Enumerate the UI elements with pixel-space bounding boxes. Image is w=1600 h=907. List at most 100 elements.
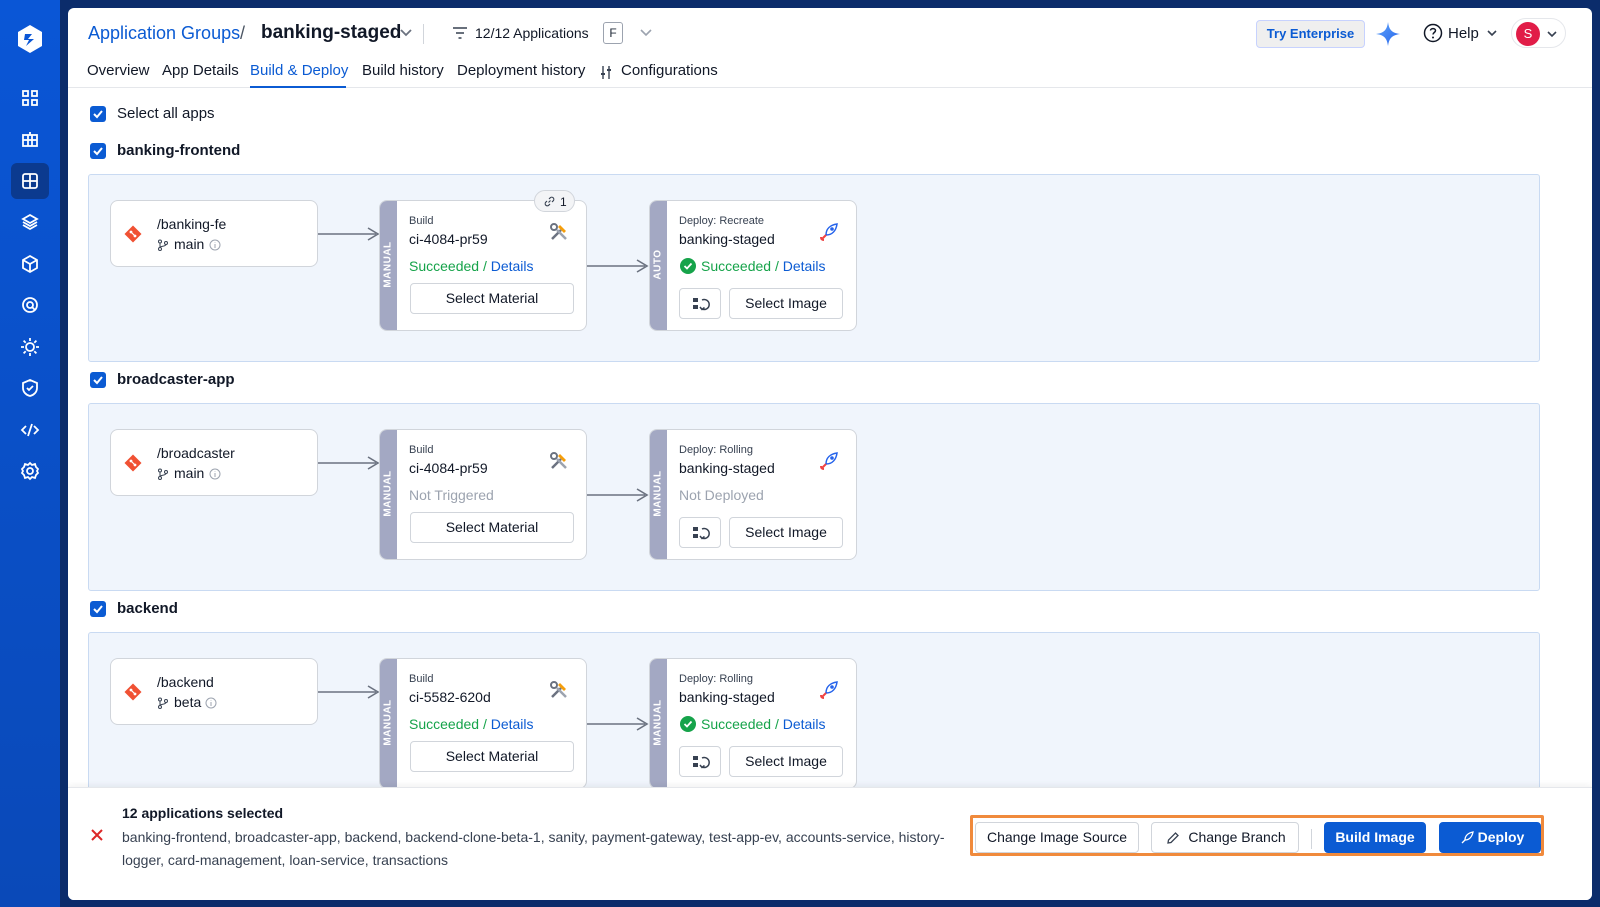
deploy-node[interactable]: MANUAL Deploy: Rolling banking-staged No… xyxy=(649,429,857,560)
deploy-node[interactable]: AUTO Deploy: Recreate banking-staged Suc… xyxy=(649,200,857,331)
sidebar-global-config-icon[interactable] xyxy=(11,329,49,365)
sidebar-code-icon[interactable] xyxy=(11,412,49,448)
select-material-button[interactable]: Select Material xyxy=(410,741,574,772)
rollback-button[interactable] xyxy=(679,517,721,548)
ai-sparkle-icon[interactable] xyxy=(1374,20,1402,48)
app-checkbox-banking-frontend[interactable] xyxy=(90,143,106,159)
stage-type: Deploy: Rolling xyxy=(679,673,753,685)
tab-build-deploy[interactable]: Build & Deploy xyxy=(250,62,348,79)
build-tools-icon xyxy=(550,223,567,240)
change-branch-label: Change Branch xyxy=(1188,829,1286,845)
clear-selection-close-icon[interactable] xyxy=(90,828,104,842)
avatar[interactable]: S xyxy=(1516,22,1540,46)
git-icon xyxy=(124,683,142,701)
git-source-node[interactable]: /broadcaster main xyxy=(110,429,318,496)
rocket-deploy-icon xyxy=(820,681,838,699)
sidebar-app-groups-icon[interactable] xyxy=(11,121,49,157)
deploy-details-link[interactable]: Details xyxy=(783,716,826,732)
info-icon[interactable] xyxy=(205,697,217,709)
sidebar-overview-grid-icon[interactable] xyxy=(11,80,49,116)
build-node[interactable]: MANUAL Build ci-5582-620d Succeeded / De… xyxy=(379,658,587,789)
filter-icon[interactable] xyxy=(452,26,468,40)
change-branch-button[interactable]: Change Branch xyxy=(1151,822,1299,853)
pencil-icon xyxy=(1167,832,1179,844)
selected-apps-list: banking-frontend, broadcaster-app, backe… xyxy=(122,829,945,868)
info-icon[interactable] xyxy=(209,239,221,251)
app-checkbox-broadcaster-app[interactable] xyxy=(90,372,106,388)
status-separator: / xyxy=(771,716,783,732)
tab-build-history[interactable]: Build history xyxy=(362,62,444,79)
change-image-source-button[interactable]: Change Image Source xyxy=(975,822,1139,853)
build-details-link[interactable]: Details xyxy=(491,258,534,274)
group-switcher-chevron-down-icon[interactable] xyxy=(398,27,414,39)
deploy-status-line: Succeeded / Details xyxy=(701,258,826,274)
deploy-details-link[interactable]: Details xyxy=(783,258,826,274)
linked-pipelines-chip[interactable]: 1 xyxy=(534,190,575,212)
filter-chevron-down-icon[interactable] xyxy=(638,27,654,39)
user-menu-chevron-down-icon[interactable] xyxy=(1546,29,1558,39)
devtron-logo-icon[interactable] xyxy=(13,22,47,56)
sidebar-resource-watcher-icon[interactable] xyxy=(11,287,49,323)
build-image-button[interactable]: Build Image xyxy=(1324,822,1426,853)
try-enterprise-button[interactable]: Try Enterprise xyxy=(1256,20,1365,48)
header-divider xyxy=(423,24,424,44)
trigger-type: MANUAL xyxy=(382,699,394,746)
build-deploy-workflows: Select all apps banking-frontend /bankin… xyxy=(68,88,1592,808)
build-node[interactable]: MANUAL Build ci-4084-pr59 Succeeded / De… xyxy=(379,200,587,331)
build-tools-icon xyxy=(550,452,567,469)
workflow-backend: /backend beta MANUAL Build ci-5582-620d … xyxy=(88,632,1540,808)
deploy-node[interactable]: MANUAL Deploy: Rolling banking-staged Su… xyxy=(649,658,857,789)
pipeline-name: ci-4084-pr59 xyxy=(409,231,488,247)
help-icon[interactable] xyxy=(1423,23,1443,43)
rollback-icon xyxy=(693,756,710,769)
git-source-node[interactable]: /backend beta xyxy=(110,658,318,725)
select-image-button[interactable]: Select Image xyxy=(729,517,843,548)
select-all-checkbox[interactable] xyxy=(90,106,106,122)
select-all-label: Select all apps xyxy=(117,105,215,122)
selected-count: 12 applications selected xyxy=(122,805,284,821)
app-checkbox-backend[interactable] xyxy=(90,601,106,617)
trigger-type-strip: MANUAL xyxy=(380,430,397,559)
help-chevron-down-icon[interactable] xyxy=(1486,28,1498,38)
build-details-link[interactable]: Details xyxy=(491,716,534,732)
repo-path: /banking-fe xyxy=(157,216,227,232)
select-image-button[interactable]: Select Image xyxy=(729,288,843,319)
deploy-button[interactable]: Deploy xyxy=(1439,822,1541,853)
flow-arrow xyxy=(587,488,649,502)
applications-filter-label[interactable]: 12/12 Applications xyxy=(475,25,589,41)
environment-name: banking-staged xyxy=(679,460,775,476)
select-image-button[interactable]: Select Image xyxy=(729,746,843,777)
user-menu[interactable]: S xyxy=(1511,18,1566,48)
help-menu-label[interactable]: Help xyxy=(1448,25,1479,42)
flow-arrow xyxy=(318,685,380,699)
bulk-actions-group: Change Image Source Change Branch Build … xyxy=(970,815,1544,856)
tab-app-details[interactable]: App Details xyxy=(162,62,239,79)
flow-arrow xyxy=(318,456,380,470)
trigger-type: AUTO xyxy=(652,249,664,280)
build-tools-icon xyxy=(550,681,567,698)
sidebar-charts-icon[interactable] xyxy=(11,204,49,240)
tab-deployment-history[interactable]: Deployment history xyxy=(457,62,585,79)
branch-name: beta xyxy=(174,694,202,710)
tab-bar: Overview App Details Build & Deploy Buil… xyxy=(68,58,1592,88)
breadcrumb-application-groups-link[interactable]: Application Groups xyxy=(88,23,240,44)
info-icon[interactable] xyxy=(209,468,221,480)
sidebar-settings-icon[interactable] xyxy=(11,453,49,489)
branch-icon xyxy=(158,239,168,251)
sidebar-applications-icon[interactable] xyxy=(11,163,49,199)
rollback-button[interactable] xyxy=(679,288,721,319)
sidebar-resource-browser-icon[interactable] xyxy=(11,246,49,282)
select-material-button[interactable]: Select Material xyxy=(410,512,574,543)
tab-configurations[interactable]: Configurations xyxy=(621,62,718,79)
trigger-type-strip: MANUAL xyxy=(380,659,397,788)
branch-name: main xyxy=(174,236,205,252)
build-node[interactable]: MANUAL Build ci-4084-pr59 Not Triggered … xyxy=(379,429,587,560)
trigger-type-strip: MANUAL xyxy=(380,201,397,330)
tab-overview[interactable]: Overview xyxy=(87,62,150,79)
select-material-button[interactable]: Select Material xyxy=(410,283,574,314)
git-source-node[interactable]: /banking-fe main xyxy=(110,200,318,267)
rollback-button[interactable] xyxy=(679,746,721,777)
flow-arrow xyxy=(587,717,649,731)
footer-divider xyxy=(1311,829,1312,849)
sidebar-security-icon[interactable] xyxy=(11,370,49,406)
